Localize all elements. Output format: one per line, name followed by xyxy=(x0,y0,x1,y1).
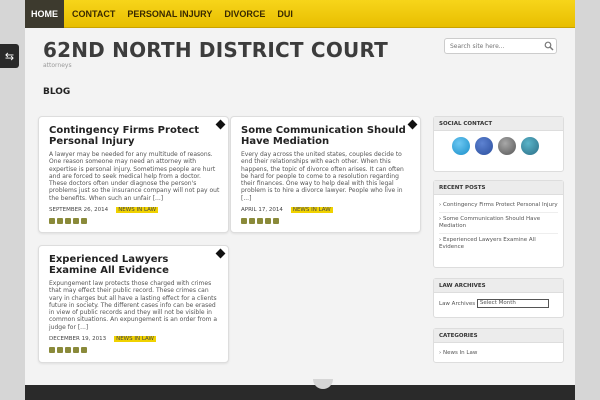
recent-post-link[interactable]: › Experienced Lawyers Examine All Eviden… xyxy=(439,234,558,254)
share-icon[interactable] xyxy=(273,218,279,224)
share-icon[interactable] xyxy=(81,347,87,353)
share-icon[interactable] xyxy=(57,218,63,224)
post-category[interactable]: NEWS IN LAW xyxy=(114,336,156,342)
category-link[interactable]: › News In Law xyxy=(439,347,558,360)
search-icon[interactable] xyxy=(544,41,554,51)
widget-title: SOCIAL CONTACT xyxy=(434,117,563,131)
post-meta: DECEMBER 19, 2013 NEWS IN LAW xyxy=(49,336,156,342)
post-card: Some Communication Should Have Mediation… xyxy=(230,116,421,233)
share-icon[interactable] xyxy=(241,218,247,224)
post-excerpt: Every day across the united states, coup… xyxy=(241,151,404,202)
search-input[interactable] xyxy=(444,38,557,54)
site-tagline: attorneys xyxy=(43,62,72,69)
recent-post-link[interactable]: › Contingency Firms Protect Personal Inj… xyxy=(439,199,558,213)
post-title[interactable]: Contingency Firms Protect Personal Injur… xyxy=(49,125,216,147)
post-meta: SEPTEMBER 26, 2014 NEWS IN LAW xyxy=(49,207,159,213)
social-icons xyxy=(434,131,563,161)
post-title[interactable]: Experienced Lawyers Examine All Evidence xyxy=(49,254,216,276)
top-navigation: HOME CONTACT PERSONAL INJURY DIVORCE DUI xyxy=(25,0,575,28)
post-category[interactable]: NEWS IN LAW xyxy=(116,207,159,213)
share-icon[interactable] xyxy=(265,218,271,224)
footer-notch xyxy=(313,379,333,389)
site-title[interactable]: 62ND NORTH DISTRICT COURT xyxy=(43,38,388,62)
post-card: Contingency Firms Protect Personal Injur… xyxy=(38,116,229,233)
bookmark-icon xyxy=(407,119,418,130)
menu-arrows-icon: ⇆ xyxy=(4,49,15,63)
footer xyxy=(25,379,575,400)
post-date: DECEMBER 19, 2013 xyxy=(49,336,107,342)
archives-select[interactable]: Select Month xyxy=(476,299,549,308)
share-icons xyxy=(49,347,87,353)
bookmark-icon xyxy=(215,119,226,130)
share-icon[interactable] xyxy=(81,218,87,224)
categories-widget: CATEGORIES › News In Law xyxy=(433,328,564,363)
post-excerpt: A lawyer may be needed for any multitude… xyxy=(49,151,220,202)
share-icon[interactable] xyxy=(73,218,79,224)
post-meta: APRIL 17, 2014 NEWS IN LAW xyxy=(241,207,333,213)
share-icon[interactable] xyxy=(65,347,71,353)
sidebar-toggle-button[interactable]: ⇆ xyxy=(0,44,19,68)
nav-personal-injury[interactable]: PERSONAL INJURY xyxy=(121,0,218,28)
post-card: Experienced Lawyers Examine All Evidence… xyxy=(38,245,229,363)
nav-dui[interactable]: DUI xyxy=(271,0,299,28)
bookmark-icon xyxy=(215,248,226,259)
section-title: BLOG xyxy=(43,87,71,97)
share-icon[interactable] xyxy=(73,347,79,353)
widget-title: LAW ARCHIVES xyxy=(434,279,563,293)
rss-icon[interactable] xyxy=(521,137,539,155)
recent-posts-widget: RECENT POSTS › Contingency Firms Protect… xyxy=(433,180,564,268)
post-title[interactable]: Some Communication Should Have Mediation xyxy=(241,125,408,147)
nav-home[interactable]: HOME xyxy=(25,0,64,28)
share-icons xyxy=(241,218,279,224)
post-date: APRIL 17, 2014 xyxy=(241,207,283,213)
nav-contact[interactable]: CONTACT xyxy=(66,0,121,28)
post-category[interactable]: NEWS IN LAW xyxy=(290,207,333,213)
social-widget: SOCIAL CONTACT xyxy=(433,116,564,172)
widget-title: RECENT POSTS xyxy=(434,181,563,195)
share-icons xyxy=(49,218,87,224)
law-archives-widget: LAW ARCHIVES Law Archives Select Month xyxy=(433,278,564,318)
share-icon[interactable] xyxy=(49,218,55,224)
share-icon[interactable] xyxy=(49,347,55,353)
recent-post-link[interactable]: › Some Communication Should Have Mediati… xyxy=(439,213,558,234)
share-icon[interactable] xyxy=(65,218,71,224)
post-excerpt: Expungement law protects those charged w… xyxy=(49,280,218,331)
widget-title: CATEGORIES xyxy=(434,329,563,343)
google-plus-icon[interactable] xyxy=(498,137,516,155)
share-icon[interactable] xyxy=(57,347,63,353)
facebook-icon[interactable] xyxy=(475,137,493,155)
archives-label: Law Archives xyxy=(439,301,476,307)
share-icon[interactable] xyxy=(249,218,255,224)
nav-divorce[interactable]: DIVORCE xyxy=(218,0,271,28)
share-icon[interactable] xyxy=(257,218,263,224)
twitter-icon[interactable] xyxy=(452,137,470,155)
post-date: SEPTEMBER 26, 2014 xyxy=(49,207,109,213)
